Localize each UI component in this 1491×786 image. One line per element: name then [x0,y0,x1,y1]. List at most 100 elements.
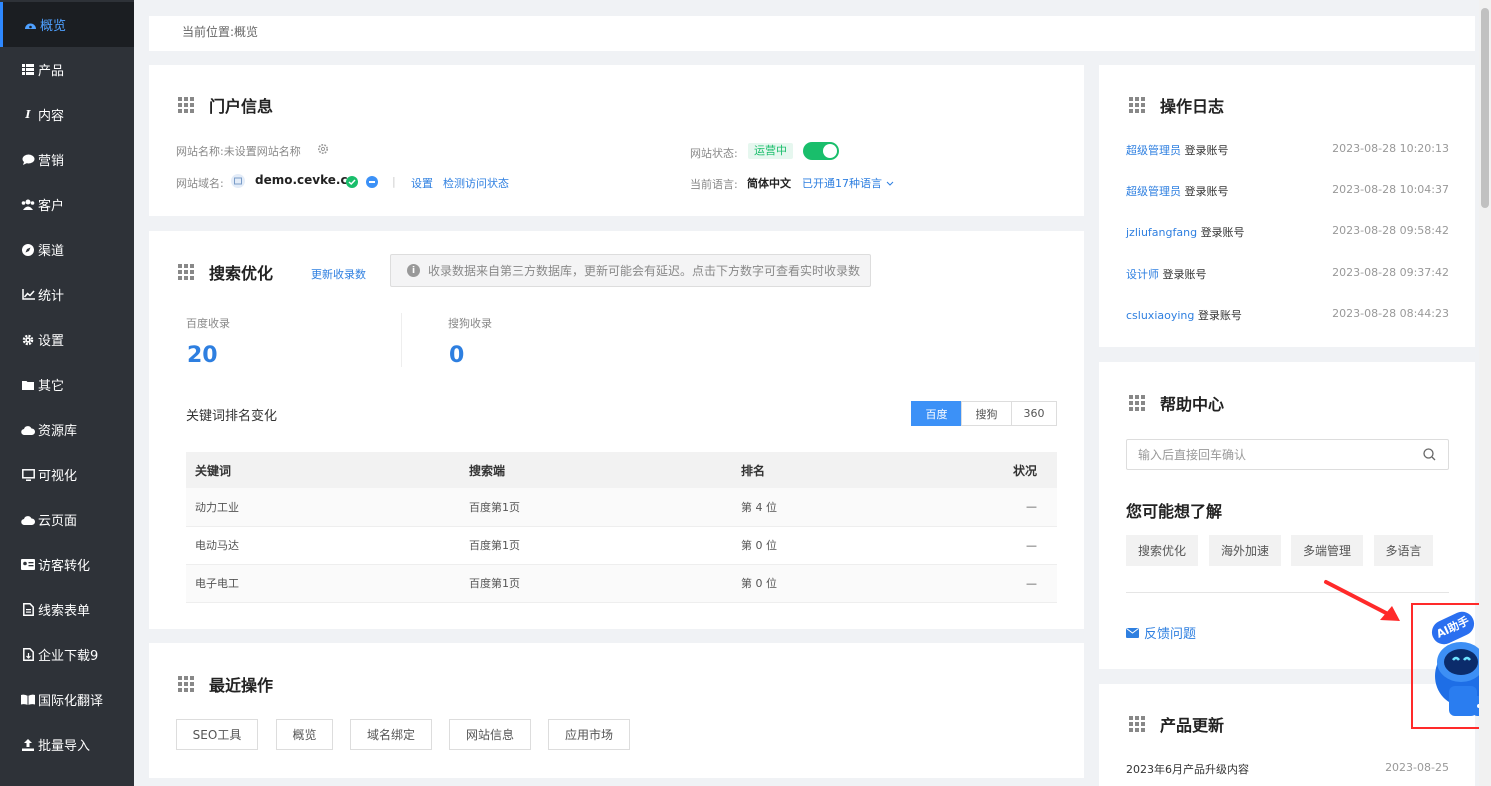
sogou-index-value[interactable]: 0 [449,343,464,368]
help-search-input[interactable] [1138,447,1423,462]
site-status-label: 网站状态: [690,147,738,160]
sidebar-item-label: 渠道 [38,244,65,259]
scrollbar-thumb[interactable] [1481,8,1489,208]
log-user-link[interactable]: 设计师 [1126,268,1159,281]
help-center-title: 帮助中心 [1129,391,1224,415]
sidebar-item-content[interactable]: I 内容 [0,92,134,137]
sidebar-item-label: 内容 [38,109,65,124]
log-time: 2023-08-28 10:20:13 [1332,142,1449,155]
site-name-row: 网站名称:未设置网站名称 [176,143,301,159]
sidebar-item-channel[interactable]: 渠道 [0,227,134,272]
update-name: 2023年6月产品升级内容 [1126,763,1249,776]
sidebar-item-lead-form[interactable]: 线索表单 [0,587,134,632]
feedback-label: 反馈问题 [1144,627,1197,642]
sidebar-item-batch-import[interactable]: 批量导入 [0,722,134,767]
sidebar-item-product[interactable]: 产品 [0,47,134,92]
sidebar-item-label: 批量导入 [38,739,91,754]
col-keyword: 关键词 [186,452,460,488]
recent-overview-button[interactable]: 概览 [276,719,333,750]
log-user-link[interactable]: 超级管理员 [1126,185,1181,198]
log-row: csluxiaoying 登录账号 2023-08-28 08:44:23 [1126,307,1449,323]
help-tag-multi-terminal[interactable]: 多端管理 [1291,535,1363,566]
gear-icon[interactable] [317,143,329,155]
monitor-icon [21,468,35,482]
baidu-index-value[interactable]: 20 [187,343,218,368]
sidebar-item-enterprise-download[interactable]: 企业下载9 [0,632,134,677]
sidebar-item-statistics[interactable]: 统计 [0,272,134,317]
log-row: 超级管理员 登录账号 2023-08-28 10:04:37 [1126,183,1449,199]
sidebar-item-marketing[interactable]: 营销 [0,137,134,182]
page-scrollbar[interactable] [1479,0,1491,786]
cloud-icon [21,423,35,437]
ssl-icon [366,176,378,188]
sidebar-item-settings[interactable]: 设置 [0,317,134,362]
table-header-row: 关键词 搜索端 排名 状况 [186,452,1057,488]
sidebar-item-visitor-convert[interactable]: 访客转化 [0,542,134,587]
id-card-icon [21,558,35,572]
help-subtitle: 您可能想了解 [1126,502,1223,521]
form-icon [21,603,35,617]
help-tag-overseas[interactable]: 海外加速 [1209,535,1281,566]
check-access-link[interactable]: 检测访问状态 [443,175,509,191]
folder-icon [21,378,35,392]
sidebar-item-cloud-page[interactable]: 云页面 [0,497,134,542]
card-title-text: 操作日志 [1160,97,1225,116]
download-file-icon [21,648,35,662]
log-user-link[interactable]: csluxiaoying [1126,309,1194,322]
sidebar-item-label: 资源库 [38,424,78,439]
languages-dropdown[interactable]: 已开通17种语言 [802,175,894,191]
sidebar-item-customer[interactable]: 客户 [0,182,134,227]
log-action: 登录账号 [1200,226,1245,239]
grid-icon [1129,716,1145,732]
annotation-arrow [1324,580,1400,621]
domain-settings-link[interactable]: 设置 [411,175,433,191]
breadcrumb-current: 概览 [234,25,259,39]
sidebar-item-label: 设置 [38,334,65,349]
sidebar-item-resource[interactable]: 资源库 [0,407,134,452]
line-chart-icon [21,288,35,302]
update-date: 2023-08-25 [1385,761,1449,774]
log-user-link[interactable]: jzliufangfang [1126,226,1197,239]
help-tag-seo[interactable]: 搜索优化 [1126,535,1198,566]
sidebar-item-label: 客户 [38,199,65,214]
domain-text: demo.cevke.cn [255,173,357,187]
table-row: 电子电工 百度第1页 第 0 位 — [186,564,1057,603]
log-time: 2023-08-28 09:58:42 [1332,224,1449,237]
sidebar-item-visual[interactable]: 可视化 [0,452,134,497]
recent-app-market-button[interactable]: 应用市场 [548,719,630,750]
current-lang-value: 简体中文 [747,177,791,190]
search-icon[interactable] [1423,448,1436,461]
help-tag-multi-language[interactable]: 多语言 [1374,535,1433,566]
log-user-link[interactable]: 超级管理员 [1126,144,1181,157]
sidebar-item-label: 产品 [38,64,65,79]
seo-title: 搜索优化 [178,260,273,284]
grid-icon [1129,97,1145,113]
cell-keyword: 电动马达 [186,526,460,565]
update-row[interactable]: 2023年6月产品升级内容 2023-08-25 [1126,761,1449,777]
recent-domain-bind-button[interactable]: 域名绑定 [350,719,432,750]
feedback-link[interactable]: 反馈问题 [1126,623,1196,642]
log-row: 超级管理员 登录账号 2023-08-28 10:20:13 [1126,142,1449,158]
site-name-label: 网站名称: [176,145,224,158]
keyword-table: 关键词 搜索端 排名 状况 动力工业 百度第1页 第 4 位 — 电动马达 百度… [186,452,1057,603]
sidebar-item-label: 访客转化 [38,559,91,574]
grid-icon [1129,395,1145,411]
engine-tab-baidu[interactable]: 百度 [911,401,962,426]
card-title-text: 最近操作 [209,676,274,695]
card-title-text: 门户信息 [209,97,274,116]
sidebar-item-overview[interactable]: 概览 [0,2,134,47]
update-index-link[interactable]: 更新收录数 [311,266,366,282]
card-title-text: 帮助中心 [1160,395,1225,414]
recent-site-info-button[interactable]: 网站信息 [449,719,531,750]
sidebar-item-other[interactable]: 其它 [0,362,134,407]
engine-tab-sogou[interactable]: 搜狗 [961,401,1012,426]
engine-tab-360[interactable]: 360 [1011,401,1057,426]
cell-engine: 百度第1页 [460,488,732,527]
recent-seo-tools-button[interactable]: SEO工具 [176,719,258,750]
sidebar-item-i18n[interactable]: 国际化翻译 [0,677,134,722]
site-status-toggle[interactable] [803,142,839,160]
sidebar: 概览 产品 I 内容 营销 客户 渠道 统计 设置 其它 资源库 可视化 云页面… [0,0,134,786]
info-icon: i [407,264,420,277]
grid-icon [178,97,194,113]
book-icon [21,693,35,707]
